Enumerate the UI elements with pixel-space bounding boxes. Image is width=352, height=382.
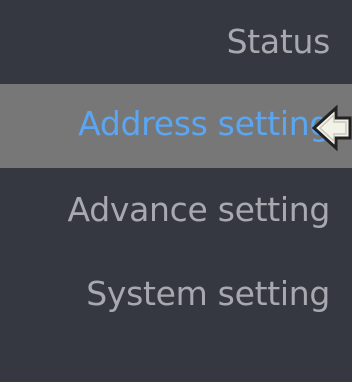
menu-item-system-setting[interactable]: System setting	[0, 252, 352, 336]
settings-menu: Status Address setting Advance setting S…	[0, 0, 352, 382]
menu-item-status[interactable]: Status	[0, 0, 352, 84]
arrow-left-icon	[312, 104, 352, 152]
menu-item-advance-setting[interactable]: Advance setting	[0, 168, 352, 252]
menu-item-address-setting[interactable]: Address setting	[0, 84, 352, 168]
